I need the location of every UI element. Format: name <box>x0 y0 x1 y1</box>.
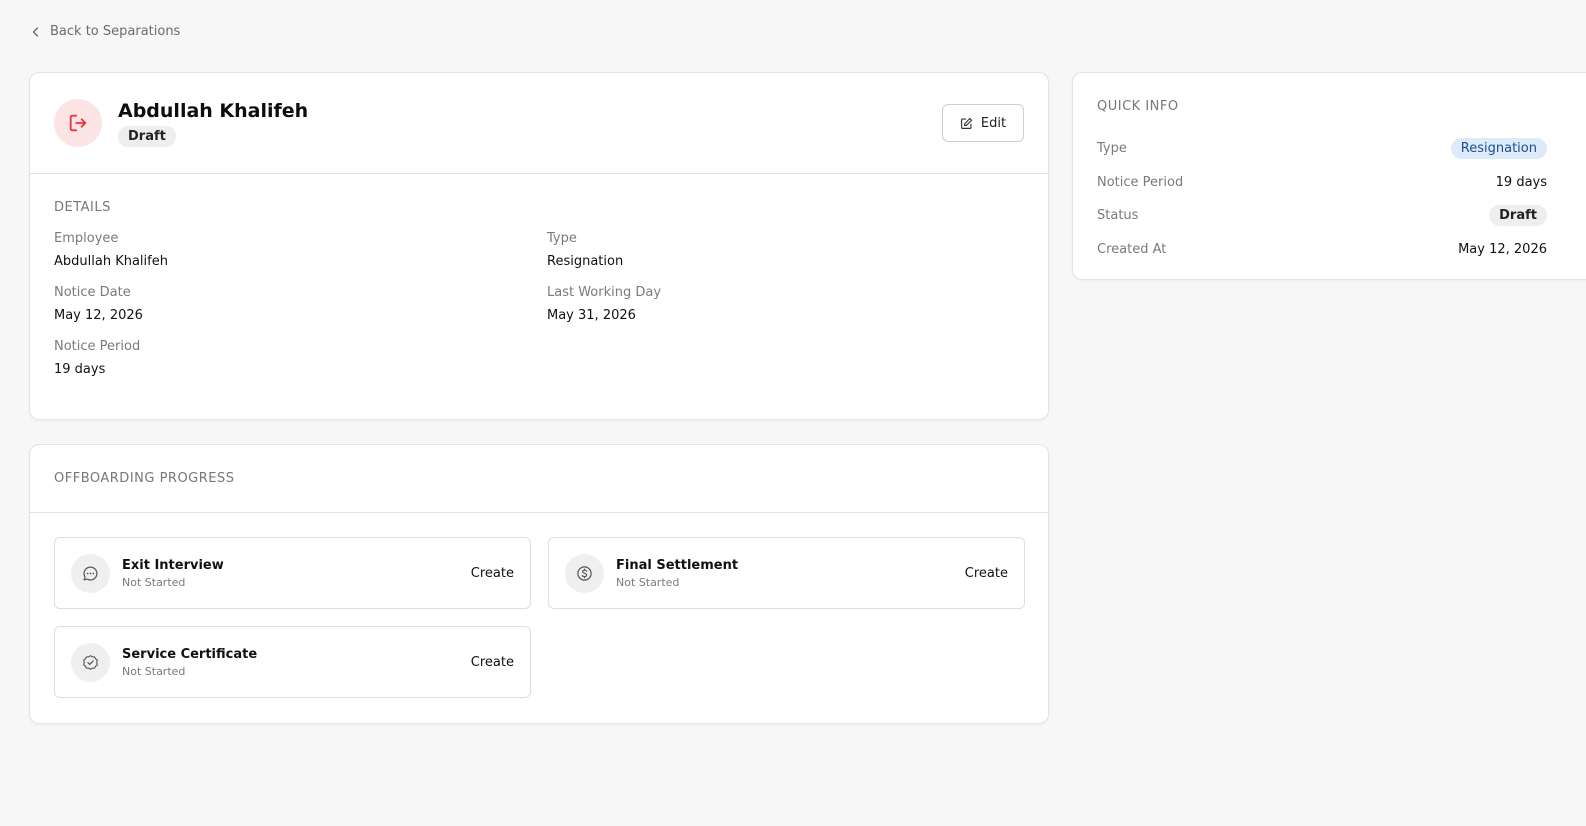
task-status: Not Started <box>122 664 186 678</box>
logout-icon <box>69 114 87 132</box>
field-value: Abdullah Khalifeh <box>54 254 168 269</box>
status-badge: Draft <box>118 125 176 147</box>
task-text: Exit Interview Not Started <box>122 558 224 589</box>
offboarding-tasks: Exit Interview Not Started Create Final … <box>30 513 1048 722</box>
offboarding-progress-card: OFFBOARDING PROGRESS Exit Interview Not … <box>29 444 1049 724</box>
quick-info-row-created-at: Created At May 12, 2026 <box>1097 233 1547 267</box>
chevron-left-icon <box>32 26 39 37</box>
type-badge: Resignation <box>1450 138 1547 160</box>
field-label: Notice Period <box>54 339 141 354</box>
quick-info-title: QUICK INFO <box>1097 99 1179 114</box>
task-exit-interview: Exit Interview Not Started Create <box>54 537 531 609</box>
task-title: Service Certificate <box>122 646 258 662</box>
edit-icon <box>960 117 973 129</box>
field-value: 19 days <box>54 362 106 377</box>
offboarding-title: OFFBOARDING PROGRESS <box>54 471 235 486</box>
field-employee: Employee Abdullah Khalifeh <box>54 231 547 269</box>
field-label: Employee <box>54 231 119 246</box>
field-notice-period: Notice Period 19 days <box>54 339 547 377</box>
quick-info-row-type: Type Resignation <box>1097 132 1547 166</box>
details-title: DETAILS <box>54 200 111 215</box>
offboarding-header: OFFBOARDING PROGRESS <box>30 445 1048 513</box>
separation-header: Abdullah Khalifeh Draft Edit <box>30 73 1048 174</box>
back-to-separations-link[interactable]: Back to Separations <box>30 24 180 39</box>
quick-info-rows: Type Resignation Notice Period 19 days S… <box>1097 132 1568 266</box>
quick-info-label: Notice Period <box>1097 174 1184 190</box>
task-text: Service Certificate Not Started <box>122 647 257 678</box>
field-last-working-day: Last Working Day May 31, 2026 <box>547 285 1024 323</box>
task-title: Exit Interview <box>122 557 224 573</box>
task-icon-wrap <box>565 553 604 593</box>
name-block: Abdullah Khalifeh Draft <box>118 100 308 147</box>
back-link-label: Back to Separations <box>50 24 181 39</box>
field-label: Type <box>547 231 577 246</box>
task-status: Not Started <box>122 575 186 589</box>
dollar-icon <box>577 565 592 581</box>
quick-info-value: 19 days <box>1495 174 1547 190</box>
chat-icon <box>83 565 98 581</box>
avatar <box>54 99 102 147</box>
quick-info-card: QUICK INFO Type Resignation Notice Perio… <box>1072 72 1586 280</box>
details-section: DETAILS Employee Abdullah Khalifeh Type … <box>30 174 1048 377</box>
edit-button-label: Edit <box>980 115 1007 131</box>
quick-info-row-notice-period: Notice Period 19 days <box>1097 166 1547 200</box>
check-circle-icon <box>83 654 98 670</box>
field-label: Last Working Day <box>547 285 662 300</box>
task-text: Final Settlement Not Started <box>616 558 738 589</box>
quick-info-section: QUICK INFO Type Resignation Notice Perio… <box>1073 73 1586 266</box>
field-notice-date: Notice Date May 12, 2026 <box>54 285 547 323</box>
separation-details-card: Abdullah Khalifeh Draft Edit DETAILS Emp… <box>29 72 1049 420</box>
details-grid: Employee Abdullah Khalifeh Type Resignat… <box>54 231 1024 377</box>
task-icon-wrap <box>71 553 110 593</box>
status-badge: Draft <box>1489 205 1547 227</box>
task-final-settlement: Final Settlement Not Started Create <box>548 537 1025 609</box>
field-type: Type Resignation <box>547 231 1024 269</box>
field-label: Notice Date <box>54 285 131 300</box>
quick-info-label: Type <box>1097 141 1127 157</box>
task-title: Final Settlement <box>616 557 739 573</box>
create-service-certificate-button[interactable]: Create <box>471 655 514 670</box>
edit-button[interactable]: Edit <box>942 104 1024 142</box>
task-status: Not Started <box>616 575 680 589</box>
field-value: May 12, 2026 <box>54 308 143 323</box>
task-service-certificate: Service Certificate Not Started Create <box>54 626 531 698</box>
create-exit-interview-button[interactable]: Create <box>471 566 514 581</box>
quick-info-label: Created At <box>1097 241 1167 257</box>
employee-name: Abdullah Khalifeh <box>118 99 309 122</box>
quick-info-label: Status <box>1097 208 1139 224</box>
create-final-settlement-button[interactable]: Create <box>965 566 1008 581</box>
quick-info-value: May 12, 2026 <box>1458 241 1547 257</box>
quick-info-row-status: Status Draft <box>1097 199 1547 233</box>
task-icon-wrap <box>71 642 110 682</box>
field-value: May 31, 2026 <box>547 308 636 323</box>
field-value: Resignation <box>547 254 624 269</box>
